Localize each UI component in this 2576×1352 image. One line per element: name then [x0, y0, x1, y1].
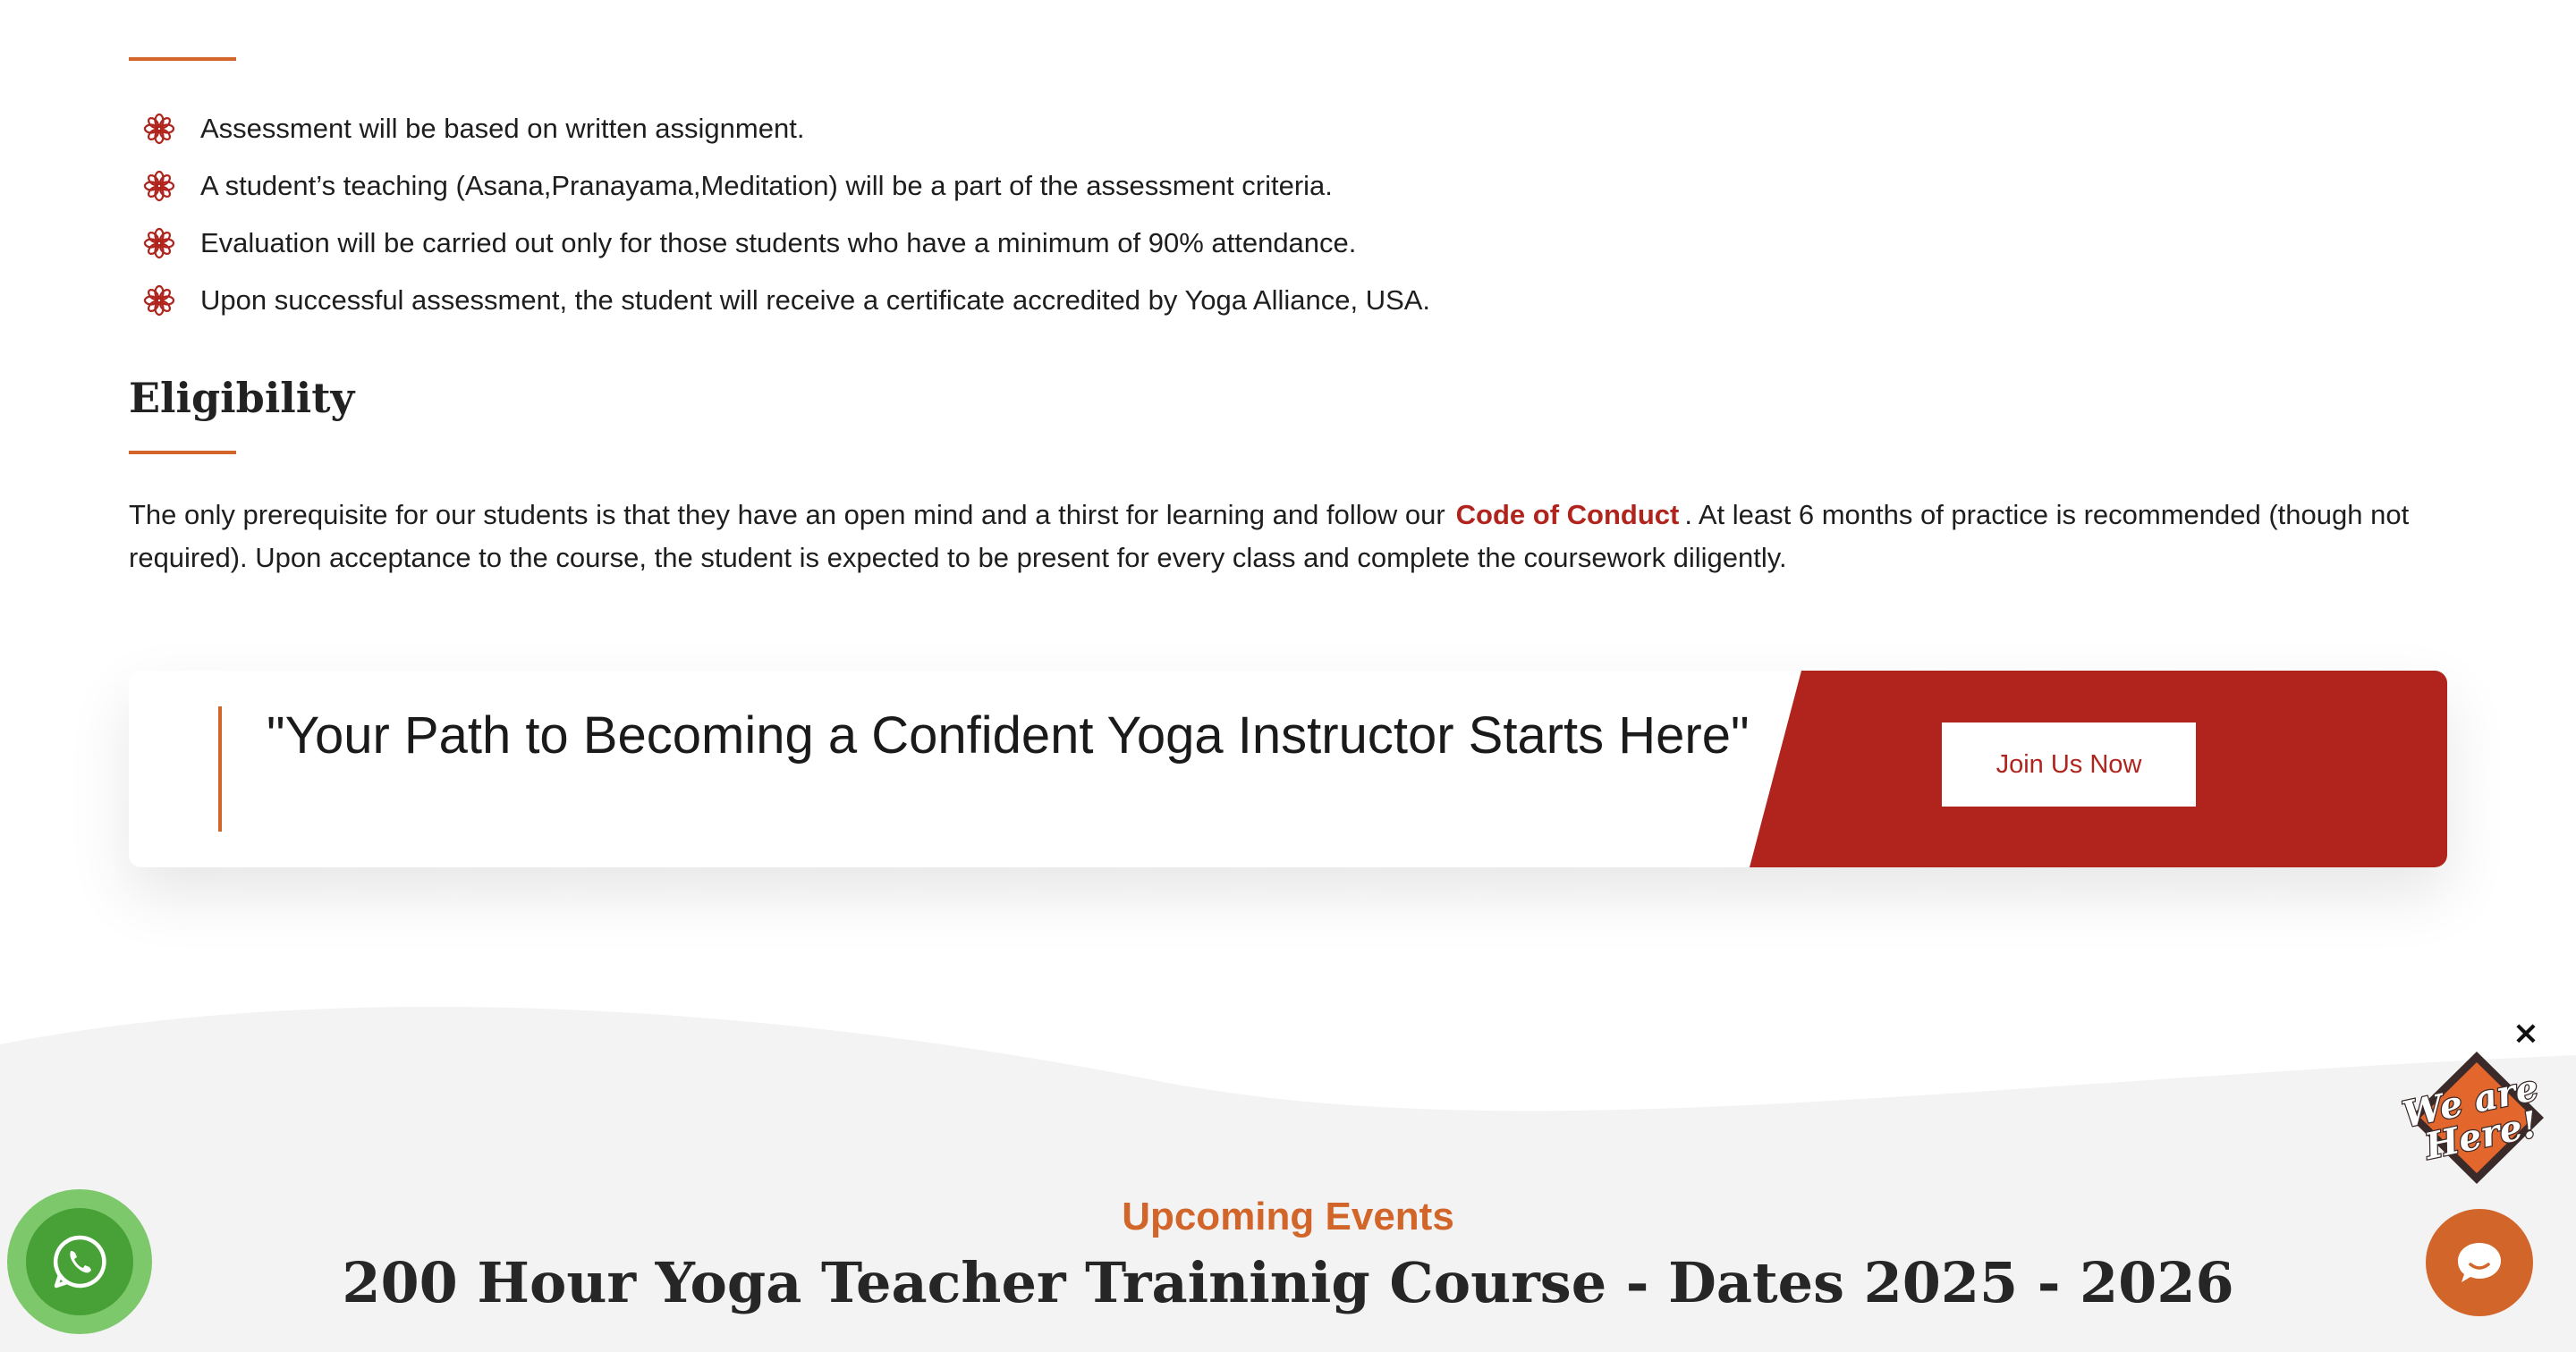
list-item: Upon successful assessment, the student …: [143, 272, 1430, 329]
lotus-flower-icon: [143, 227, 175, 259]
we-are-here-badge[interactable]: We are Here!: [2401, 1046, 2553, 1189]
page: Assessment will be based on written assi…: [0, 0, 2576, 1352]
eligibility-text: The only prerequisite for our students i…: [129, 494, 2454, 579]
events-title: 200 Hour Yoga Teacher Traininig Course -…: [342, 1250, 2234, 1315]
section-underline: [129, 451, 236, 454]
lotus-flower-icon: [143, 284, 175, 317]
assessment-list: Assessment will be based on written assi…: [143, 100, 1430, 329]
whatsapp-icon: [53, 1235, 106, 1289]
join-us-now-button[interactable]: Join Us Now: [1942, 722, 2196, 807]
list-item-text: Evaluation will be carried out only for …: [200, 227, 1357, 258]
cta-quote: "Your Path to Becoming a Confident Yoga …: [267, 706, 1750, 765]
list-item-text: A student’s teaching (Asana,Pranayama,Me…: [200, 170, 1333, 201]
eligibility-heading: Eligibility: [129, 374, 355, 422]
list-item: A student’s teaching (Asana,Pranayama,Me…: [143, 157, 1430, 215]
cta-banner: "Your Path to Becoming a Confident Yoga …: [129, 671, 2447, 867]
events-eyebrow: Upcoming Events: [1122, 1195, 1454, 1238]
list-item-text: Assessment will be based on written assi…: [200, 113, 805, 144]
list-item: Evaluation will be carried out only for …: [143, 215, 1430, 272]
quote-accent-bar: [218, 706, 222, 832]
list-item: Assessment will be based on written assi…: [143, 100, 1430, 157]
section-underline: [129, 57, 236, 61]
chat-button[interactable]: [2426, 1209, 2533, 1316]
lotus-flower-icon: [143, 113, 175, 145]
whatsapp-button-inner: [26, 1208, 133, 1315]
eligibility-text-start: The only prerequisite for our students i…: [129, 499, 1445, 530]
lotus-flower-icon: [143, 170, 175, 202]
list-item-text: Upon successful assessment, the student …: [200, 284, 1431, 316]
whatsapp-button[interactable]: [7, 1189, 152, 1334]
code-of-conduct-link[interactable]: Code of Conduct: [1456, 499, 1680, 530]
close-widget-icon[interactable]: ×: [2510, 1018, 2542, 1050]
chat-bubble-icon: [2458, 1243, 2501, 1282]
